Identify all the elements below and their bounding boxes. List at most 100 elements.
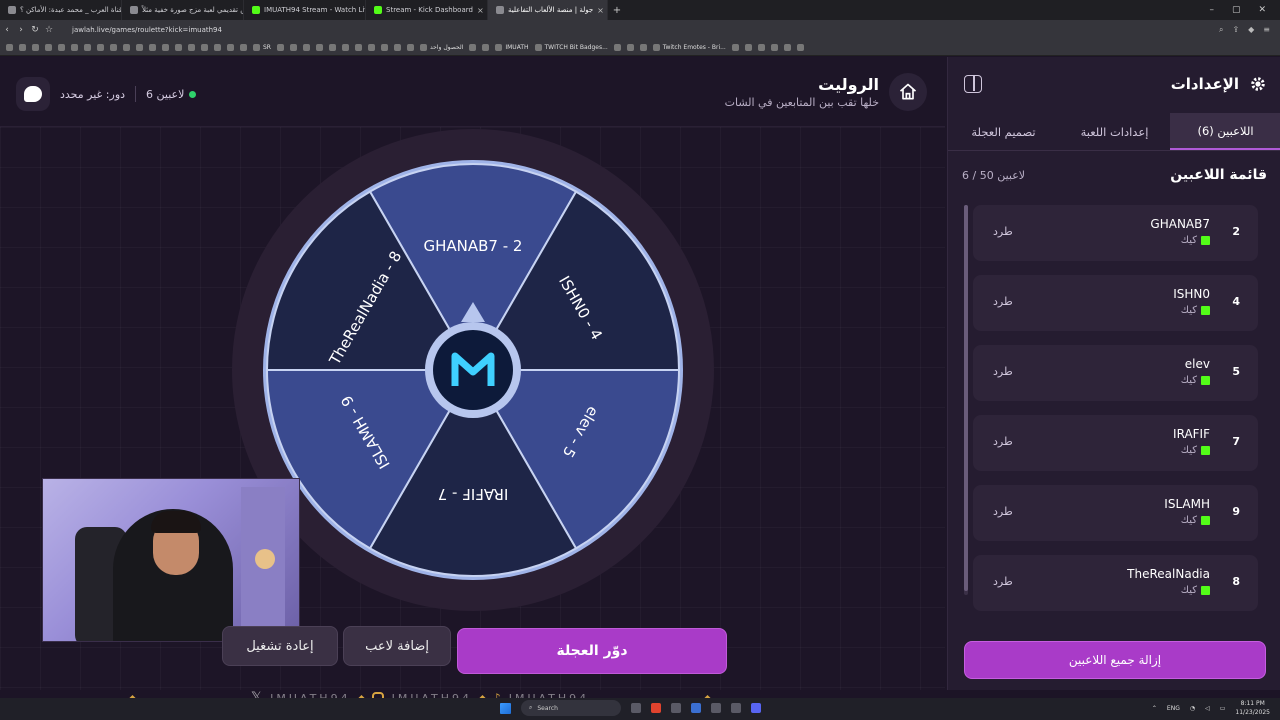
bookmark-icon[interactable] [796,44,804,51]
bookmark-icon[interactable] [639,44,647,51]
bookmark-icon[interactable] [175,44,182,51]
maximize-icon[interactable]: ▢ [1232,5,1241,15]
taskbar-app-icon[interactable] [691,703,701,713]
browser-tab[interactable]: Stream - Kick Dashboard × [366,0,488,20]
bookmark-icon[interactable] [240,44,247,51]
home-button[interactable] [889,73,927,111]
tray-chevron-icon[interactable]: ⌃ [1152,705,1157,712]
battery-icon[interactable]: ▭ [1220,705,1226,712]
taskbar-app-icon[interactable] [711,703,721,713]
bookmark-item[interactable]: Twitch Emotes - Bri... [652,44,726,51]
forward-icon[interactable]: › [14,25,28,35]
close-tab-icon[interactable]: × [597,6,604,15]
share-icon[interactable]: ⇪ [1232,25,1239,35]
start-menu-icon[interactable] [500,702,511,714]
kick-player-button[interactable]: طرد [993,295,1013,308]
kick-player-button[interactable]: طرد [993,435,1013,448]
bookmark-icon[interactable] [783,44,791,51]
collapse-sidebar-icon[interactable] [964,75,982,93]
wifi-icon[interactable]: ◔ [1190,705,1195,712]
bookmark-icon[interactable] [276,44,284,51]
bookmark-icon[interactable] [341,44,349,51]
bookmark-icon[interactable] [188,44,195,51]
bookmark-icon[interactable] [406,44,414,51]
browser-tab[interactable]: قناة العرب _ محمد عبدة: الأماكن ؟× [0,0,122,20]
bookmark-icon[interactable] [613,44,621,51]
bookmark-icon[interactable] [227,44,234,51]
bookmark-icon[interactable] [367,44,375,51]
bookmark-item[interactable]: الحصول واحد [419,44,463,51]
browser-tab[interactable]: عرض تقديمي لعبة مزج صورة خفية مثلاً× [122,0,244,20]
scrollbar-thumb[interactable] [964,205,968,591]
browser-tab[interactable]: IMUATH94 Stream - Watch Live on Kick× [244,0,366,20]
volume-icon[interactable]: ◁ [1205,705,1210,712]
bookmark-icon[interactable] [380,44,388,51]
taskbar-search[interactable]: ⌕ Search [521,700,621,716]
zoom-icon[interactable]: ⌕ [1219,25,1223,35]
bookmark-icon[interactable] [744,44,752,51]
bookmark-icon[interactable] [315,44,323,51]
bookmark-icon[interactable] [19,44,26,51]
bookmark-icon[interactable] [289,44,297,51]
bookmark-icon[interactable] [123,44,130,51]
bookmark-icon[interactable] [770,44,778,51]
menu-icon[interactable]: ≡ [1263,25,1270,35]
bookmark-icon[interactable] [393,44,401,51]
kick-player-button[interactable]: طرد [993,365,1013,378]
bookmark-icon[interactable] [32,44,39,51]
browser-tab-active[interactable]: جولة | منصة الألعاب التفاعلية × [488,0,608,20]
bookmark-icon[interactable] [45,44,52,51]
taskbar-app-icon[interactable] [631,703,641,713]
bookmark-icon[interactable] [97,44,104,51]
player-list-scrollbar[interactable] [964,205,968,595]
remove-all-players-button[interactable]: إزالة جميع اللاعبين [964,641,1266,679]
page-title: الروليت [818,75,879,94]
close-window-icon[interactable]: ✕ [1258,5,1266,15]
new-tab-icon[interactable]: + [608,5,626,16]
bookmark-icon[interactable] [302,44,310,51]
bookmark-icon[interactable] [162,44,169,51]
kick-player-button[interactable]: طرد [993,225,1013,238]
bookmark-icon[interactable] [328,44,336,51]
bookmark-icon[interactable] [214,44,221,51]
taskbar-app-icon[interactable] [671,703,681,713]
restart-button[interactable]: إعادة تشغيل [222,626,338,666]
url-field[interactable]: jawlah.live/games/roulette?kick=imuath94 [72,26,222,34]
kick-player-button[interactable]: طرد [993,505,1013,518]
extensions-icon[interactable]: ◆ [1248,25,1254,35]
close-tab-icon[interactable]: × [477,6,484,15]
kick-player-button[interactable]: طرد [993,575,1013,588]
minimize-icon[interactable]: – [1209,5,1214,15]
bookmark-item[interactable]: TWITCH Bit Badges... [534,44,608,51]
taskbar-app-icon[interactable] [651,703,661,713]
roulette-wheel[interactable]: GHANAB7 - 2 ISHN0 - 4 elev - 5 IRAFIF - 7 IS… [232,129,714,611]
bookmark-icon[interactable] [757,44,765,51]
tab-players[interactable]: اللاعبين (6) [1170,113,1280,150]
bookmark-icon[interactable] [201,44,208,51]
tab-game-settings[interactable]: إعدادات اللعبة [1059,113,1170,150]
bookmark-icon[interactable] [84,44,91,51]
bookmark-icon[interactable] [149,44,156,51]
reload-icon[interactable]: ↻ [28,25,42,35]
bookmark-icon[interactable] [626,44,634,51]
taskbar-app-icon[interactable] [751,703,761,713]
bookmark-icon[interactable] [482,44,490,51]
bookmark-icon[interactable] [110,44,117,51]
bookmark-icon[interactable] [136,44,143,51]
bookmark-icon[interactable] [469,44,477,51]
bookmark-icon[interactable] [354,44,362,51]
bookmark-icon[interactable] [58,44,65,51]
bookmark-icon[interactable] [71,44,78,51]
bookmark-item[interactable]: SR [253,44,271,51]
spin-wheel-button[interactable]: دوّر العجلة [457,628,727,674]
bookmark-icon[interactable] [6,44,13,51]
taskbar-app-icon[interactable] [731,703,741,713]
back-icon[interactable]: ‹ [0,25,14,35]
language-indicator[interactable]: ENG [1167,705,1180,712]
clock[interactable]: 8:11 PM 11/23/2025 [1235,699,1270,717]
tab-wheel-design[interactable]: تصميم العجلة [948,113,1059,150]
add-player-button[interactable]: إضافة لاعب [343,626,451,666]
bookmark-icon[interactable] [731,44,739,51]
bookmark-icon[interactable]: ☆ [42,25,56,35]
bookmark-item[interactable]: IMUATH [495,44,529,51]
